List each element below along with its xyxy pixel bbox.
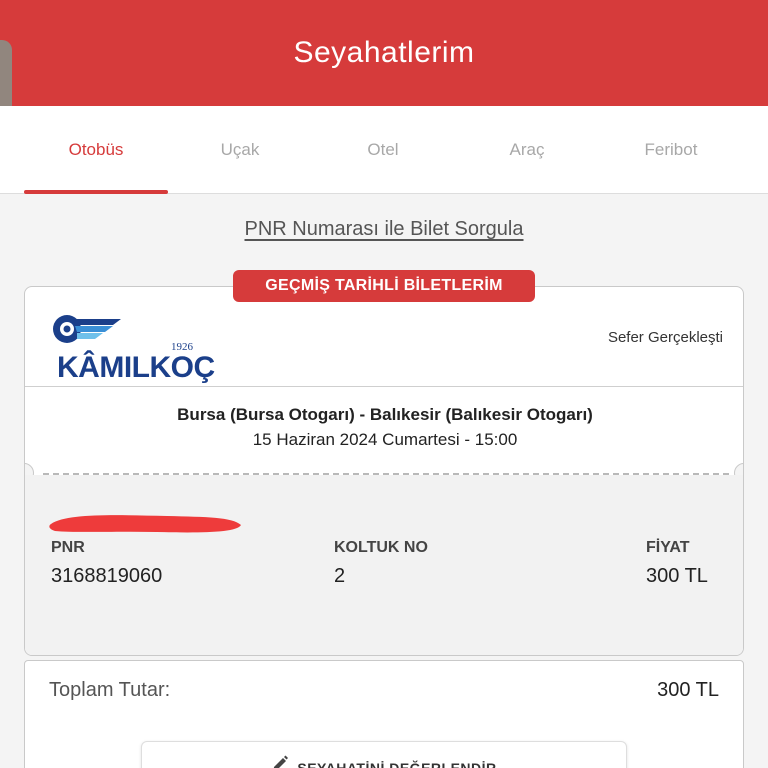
pencil-icon <box>274 755 289 768</box>
pnr-query-link[interactable]: PNR Numarası ile Bilet Sorgula <box>0 218 768 241</box>
trip-status: Sefer Gerçekleşti <box>607 329 723 346</box>
kamilkoc-wing-icon <box>53 315 121 343</box>
card-divider <box>25 386 743 387</box>
seat-value: 2 <box>334 565 346 587</box>
past-tickets-badge: GEÇMİŞ TARİHLİ BİLETLERİM <box>233 270 535 302</box>
pnr-label: PNR <box>51 539 85 556</box>
logo-wordmark: KÂMILKOÇ <box>57 351 215 384</box>
page-title: Seyahatlerim <box>293 36 475 69</box>
company-logo: 1926 KÂMILKOÇ <box>51 313 215 384</box>
tab-hotel[interactable]: Otel <box>311 106 455 194</box>
pnr-value: 3168819060 <box>51 565 163 587</box>
rate-trip-button[interactable]: SEYAHATİNİ DEĞERLENDİR <box>141 741 627 768</box>
tab-flight[interactable]: Uçak <box>168 106 312 194</box>
seat-label: KOLTUK NO <box>334 539 428 556</box>
ticket-card[interactable]: 1926 KÂMILKOÇ Sefer Gerçekleşti Bursa (B… <box>24 286 744 656</box>
total-value: 300 TL <box>657 679 719 701</box>
tab-ferry[interactable]: Feribot <box>599 106 743 194</box>
price-value: 300 TL <box>646 565 708 587</box>
category-tabs: Otobüs Uçak Otel Araç Feribot <box>0 106 768 194</box>
tab-bus[interactable]: Otobüs <box>24 106 168 194</box>
redacted-passenger-name <box>49 515 241 533</box>
trip-route: Bursa (Bursa Otogarı) - Balıkesir (Balık… <box>177 405 593 424</box>
price-label: FİYAT <box>646 539 690 556</box>
total-label: Toplam Tutar: <box>49 679 171 701</box>
total-summary: Toplam Tutar: 300 TL SEYAHATİNİ DEĞERLEN… <box>24 660 744 768</box>
app-header: Seyahatlerim <box>0 0 768 106</box>
trip-datetime: 15 Haziran 2024 Cumartesi - 15:00 <box>252 430 518 449</box>
ticket-details: PNR 3168819060 KOLTUK NO 2 FİYAT 300 TL <box>25 475 743 655</box>
rate-trip-label: SEYAHATİNİ DEĞERLENDİR <box>297 760 497 768</box>
tab-car[interactable]: Araç <box>455 106 599 194</box>
active-tab-indicator <box>24 190 168 194</box>
